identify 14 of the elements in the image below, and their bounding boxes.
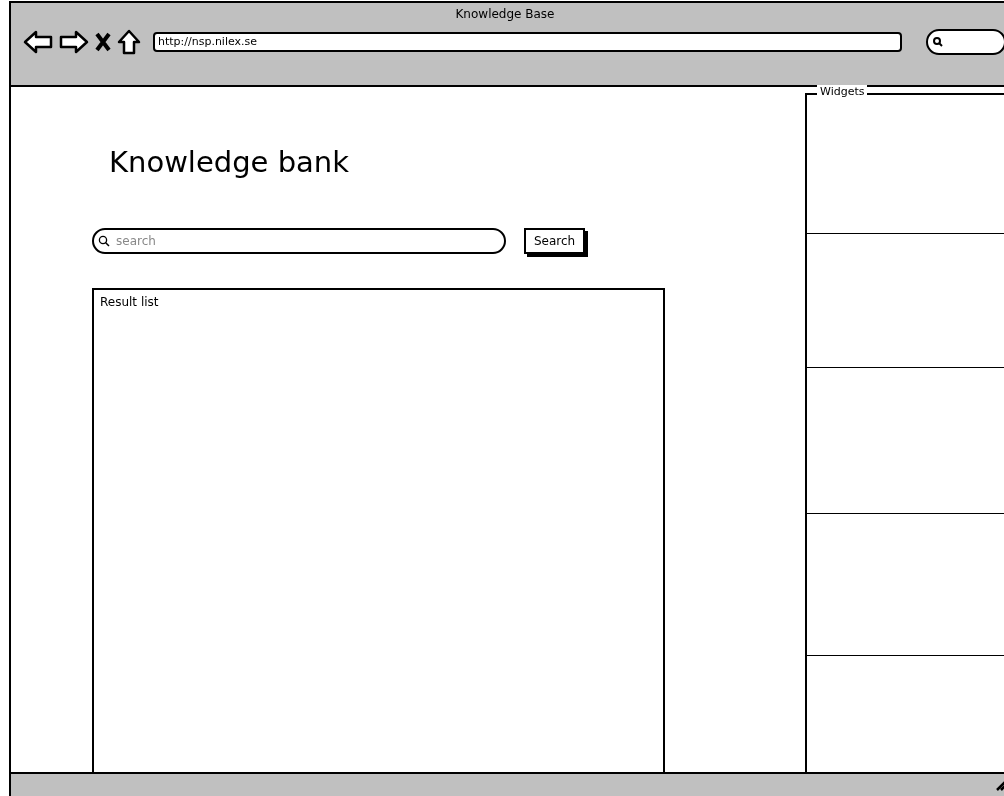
search-button[interactable]: Search [524,227,586,254]
search-field[interactable]: search [92,227,506,254]
search-icon [933,37,943,47]
widgets-legend: Widgets [817,85,868,99]
resize-grip-icon[interactable] [995,779,1004,791]
address-field[interactable]: http://nsp.nilex.se [153,32,902,52]
window-title: Knowledge Base [454,6,556,23]
browser-search-field[interactable] [926,29,1004,55]
result-list-label: Result list [100,293,160,311]
forward-icon[interactable] [59,30,89,54]
page-heading: Knowledge bank [109,145,350,180]
search-icon [98,234,110,247]
close-icon[interactable] [95,32,111,52]
back-icon[interactable] [23,30,53,54]
